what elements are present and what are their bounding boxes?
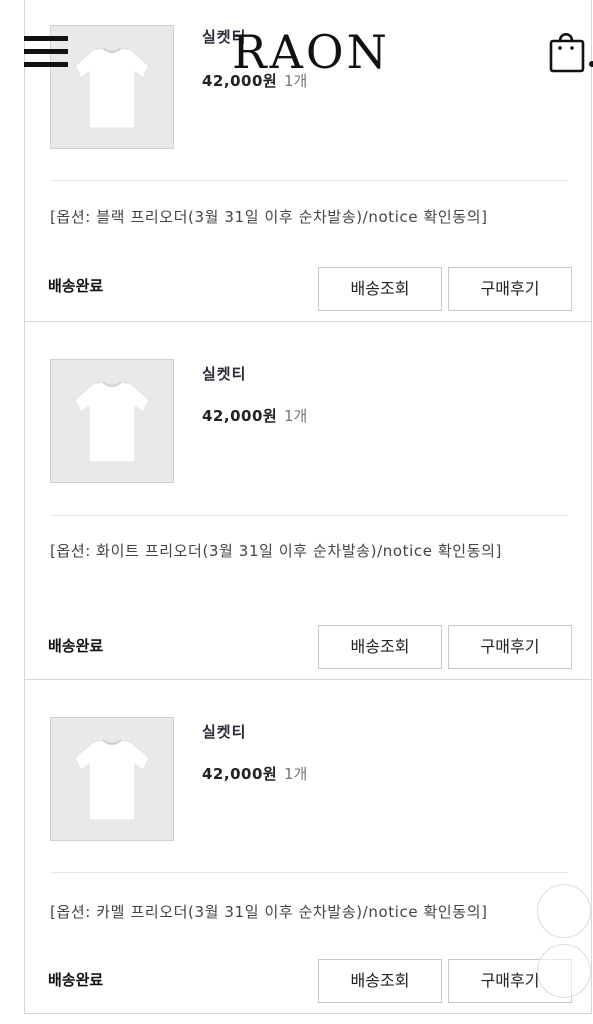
option-text: [옵션: 카멜 프리오더(3월 31일 이후 순차발송)/notice 확인동의… [50,903,488,921]
price-line: 42,000원 1개 [202,763,307,784]
product-name[interactable]: 실켓티 [202,363,246,384]
shopping-bag-icon[interactable] [547,26,593,76]
product-quantity: 1개 [283,407,308,425]
product-price: 42,000원 [202,765,278,783]
hamburger-menu-icon[interactable] [24,36,68,70]
product-quantity: 1개 [283,765,308,783]
floating-scroll-up-button[interactable] [537,884,591,938]
delivery-status: 배송완료 [48,637,104,655]
option-text: [옵션: 블랙 프리오더(3월 31일 이후 순차발송)/notice 확인동의… [50,208,488,226]
track-delivery-button[interactable]: 배송조회 [318,625,442,669]
product-thumbnail[interactable] [50,717,174,841]
product-thumbnail[interactable] [50,25,174,149]
product-price: 42,000원 [202,407,278,425]
divider [50,180,568,181]
option-text: [옵션: 화이트 프리오더(3월 31일 이후 순차발송)/notice 확인동… [50,542,502,560]
order-list: 실켓티 42,000원 1개 [옵션: 블랙 프리오더(3월 31일 이후 순차… [24,0,592,1014]
product-thumbnail[interactable] [50,359,174,483]
write-review-button[interactable]: 구매후기 [448,625,572,669]
delivery-status: 배송완료 [48,277,104,295]
order-item: 실켓티 42,000원 1개 [옵션: 화이트 프리오더(3월 31일 이후 순… [25,322,591,680]
delivery-status: 배송완료 [48,971,104,989]
track-delivery-button[interactable]: 배송조회 [318,267,442,311]
site-logo[interactable]: RAON [232,22,390,82]
order-item: 실켓티 42,000원 1개 [옵션: 카멜 프리오더(3월 31일 이후 순차… [25,680,591,1014]
divider [50,515,568,516]
track-delivery-button[interactable]: 배송조회 [318,959,442,1003]
floating-scroll-down-button[interactable] [537,944,591,998]
product-name[interactable]: 실켓티 [202,721,246,742]
write-review-button[interactable]: 구매후기 [448,267,572,311]
divider [50,872,568,873]
price-line: 42,000원 1개 [202,405,307,426]
